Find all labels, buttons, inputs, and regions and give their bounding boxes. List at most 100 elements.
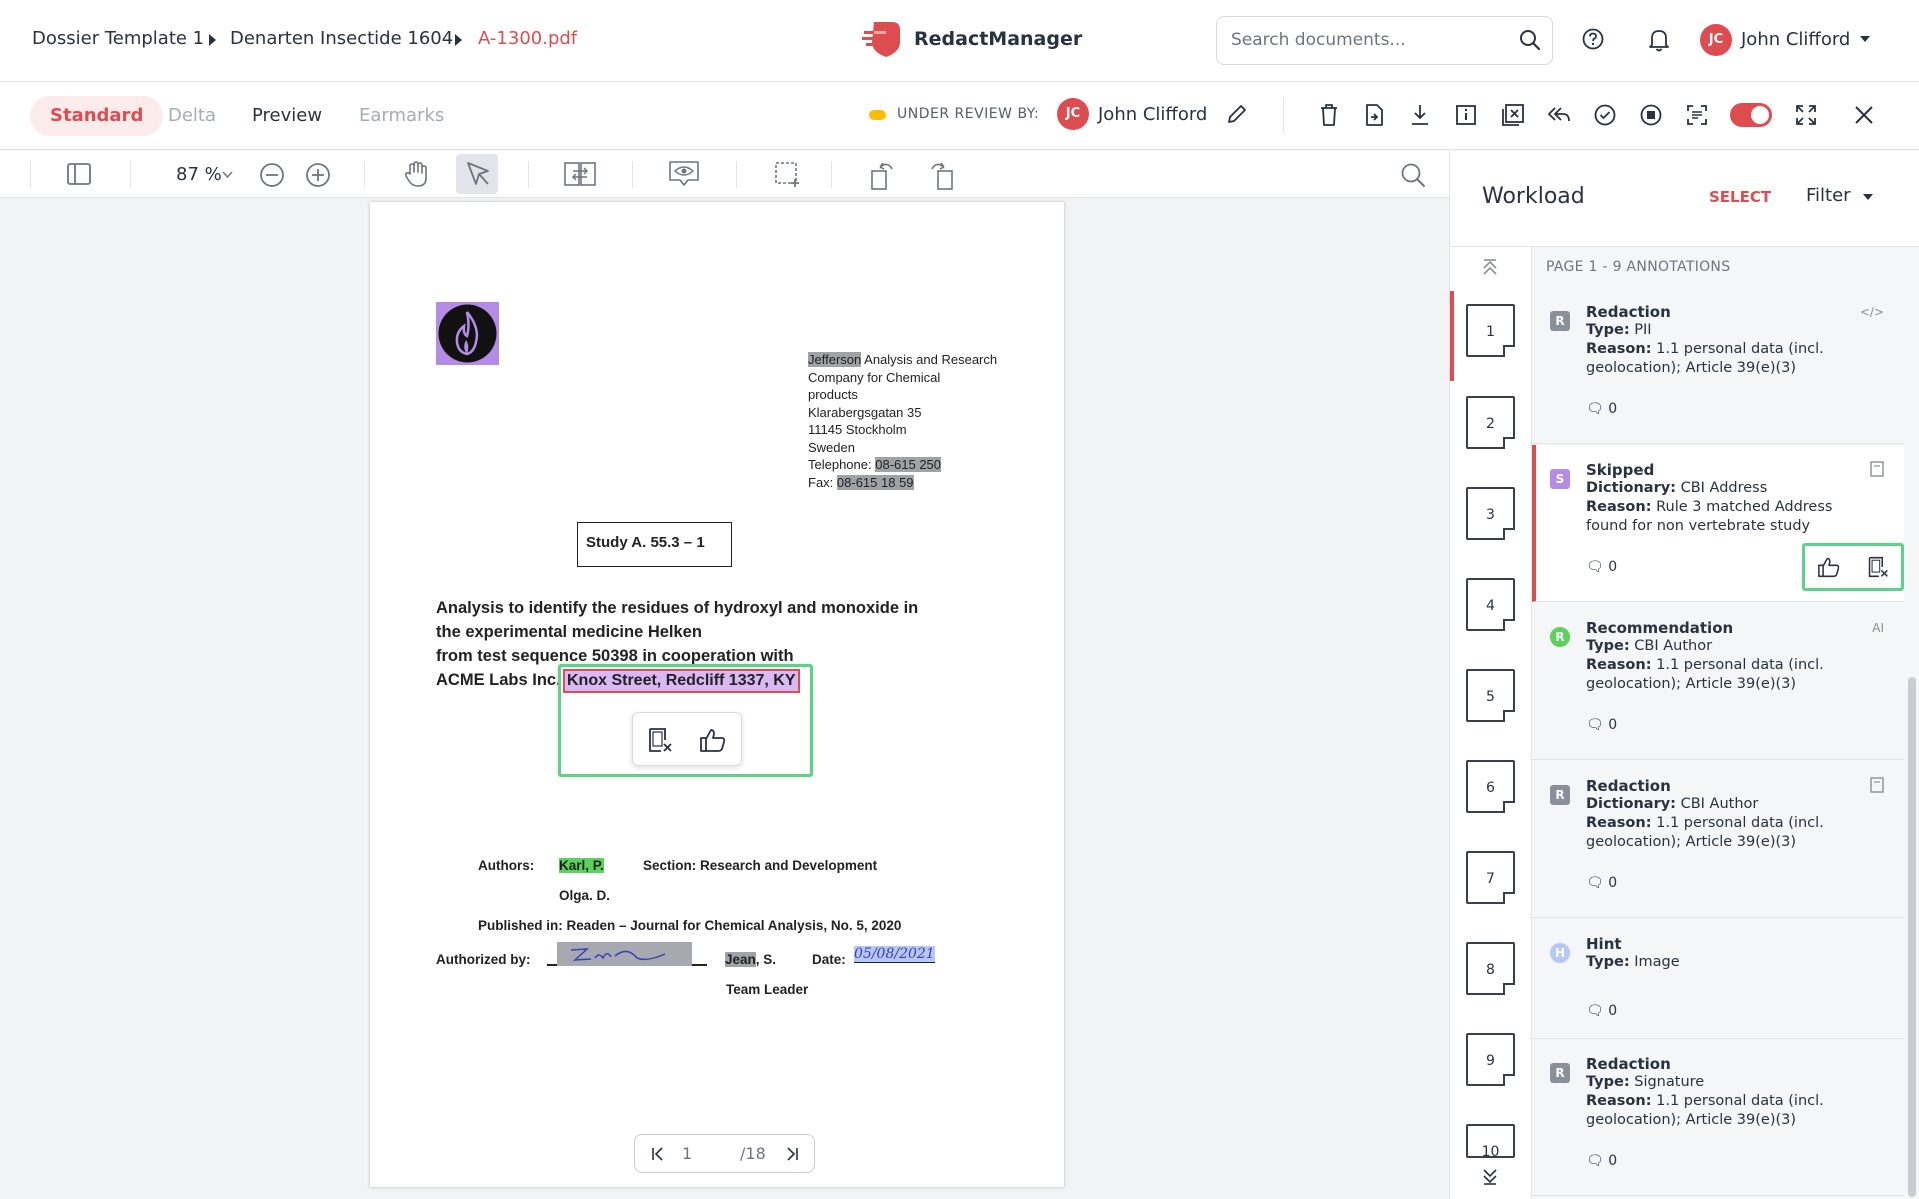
fax-redaction[interactable]: 08-615 18 59 bbox=[836, 474, 914, 490]
annotation-reason: Reason: Rule 3 matched Address found for… bbox=[1586, 499, 1833, 534]
signature-redaction[interactable] bbox=[557, 942, 692, 966]
annotation-title: Hint bbox=[1586, 935, 1622, 953]
page-thumb-10[interactable]: 10 bbox=[1466, 1124, 1515, 1160]
toolbar-divider bbox=[736, 161, 737, 188]
comment-count[interactable]: 🗨 0 bbox=[1586, 401, 1617, 417]
recommendation-badge: R bbox=[1550, 627, 1570, 647]
annotation-card[interactable]: R Redaction Dictionary: CBI Author Reaso… bbox=[1532, 761, 1904, 918]
annotation-card[interactable]: R Redaction Type: PII Reason: 1.1 person… bbox=[1532, 287, 1904, 444]
fullscreen-expand-icon[interactable] bbox=[1794, 103, 1822, 131]
ai-label: AI bbox=[1872, 621, 1884, 635]
study-box: Study A. 55.3 – 1 bbox=[577, 522, 732, 567]
annotation-reason: Reason: 1.1 personal data (incl. geoloca… bbox=[1586, 657, 1824, 692]
redaction-badge: R bbox=[1550, 1063, 1570, 1083]
download-icon[interactable] bbox=[1409, 103, 1437, 131]
sender-name-redaction[interactable]: Jefferson bbox=[808, 352, 862, 367]
annotation-list: PAGE 1 - 9 ANNOTATIONS R Redaction Type:… bbox=[1532, 247, 1919, 1199]
annotation-card[interactable]: H Hint Type: Image 🗨 0 bbox=[1532, 919, 1904, 1039]
zoom-in-icon[interactable] bbox=[305, 162, 331, 188]
filter-dropdown[interactable]: Filter bbox=[1806, 185, 1851, 206]
force-redaction-remove-icon[interactable] bbox=[647, 727, 673, 753]
toggle-sidebar-icon[interactable] bbox=[66, 161, 92, 187]
page-thumb-2[interactable]: 2 bbox=[1466, 396, 1515, 449]
document-search-icon[interactable] bbox=[1400, 162, 1426, 188]
comment-bubble-icon: 🗨 bbox=[1586, 401, 1604, 417]
compare-pages-icon[interactable] bbox=[563, 160, 597, 188]
scroll-to-bottom-icon[interactable] bbox=[1482, 1167, 1502, 1191]
undo-all-icon[interactable] bbox=[1547, 103, 1575, 131]
page-thumb-8[interactable]: 8 bbox=[1466, 942, 1515, 995]
zoom-out-icon[interactable] bbox=[259, 162, 285, 188]
filter-caret-icon[interactable] bbox=[1863, 194, 1873, 201]
dictionary-book-icon bbox=[1870, 777, 1884, 793]
import-file-icon[interactable] bbox=[1363, 103, 1391, 131]
page-thumb-9[interactable]: 9 bbox=[1466, 1033, 1515, 1086]
page-thumb-7[interactable]: 7 bbox=[1466, 851, 1515, 904]
page-thumb-5[interactable]: 5 bbox=[1466, 669, 1515, 722]
force-redaction-remove-icon[interactable] bbox=[1867, 556, 1889, 578]
page-thumb-3[interactable]: 3 bbox=[1466, 487, 1515, 540]
user-avatar[interactable]: JC bbox=[1700, 24, 1732, 56]
page-thumbnails: 1 2 3 4 5 6 7 8 9 10 bbox=[1450, 247, 1532, 1199]
annotation-card[interactable]: R Redaction Type: Signature Reason: 1.1 … bbox=[1532, 1039, 1904, 1196]
annotation-card-selected[interactable]: S Skipped Dictionary: CBI Address Reason… bbox=[1532, 445, 1904, 602]
comment-count[interactable]: 🗨 0 bbox=[1586, 717, 1617, 733]
zoom-dropdown-caret-icon[interactable] bbox=[222, 171, 233, 178]
zoom-level[interactable]: 87 % bbox=[176, 164, 222, 185]
user-menu-name[interactable]: John Clifford bbox=[1741, 29, 1850, 50]
rotate-left-icon[interactable] bbox=[868, 157, 896, 191]
comment-count[interactable]: 🗨 0 bbox=[1586, 559, 1617, 575]
authorized-by-label: Authorized by: bbox=[436, 952, 531, 967]
tab-preview[interactable]: Preview bbox=[232, 96, 342, 136]
toolbar-divider bbox=[364, 161, 365, 188]
pan-hand-icon[interactable] bbox=[402, 160, 430, 188]
reviewer-name: John Clifford bbox=[1098, 104, 1208, 125]
exclude-pages-icon[interactable] bbox=[1501, 103, 1529, 131]
notifications-bell-icon[interactable] bbox=[1648, 28, 1670, 52]
user-menu-caret-icon[interactable] bbox=[1860, 36, 1870, 43]
annotation-card[interactable]: R Recommendation Type: CBI Author Reason… bbox=[1532, 603, 1904, 760]
annotation-list-scrollbar[interactable] bbox=[1908, 677, 1916, 1197]
review-status-indicator bbox=[869, 110, 886, 120]
select-tool-button[interactable] bbox=[456, 154, 498, 194]
current-page-input[interactable]: 1 bbox=[682, 1144, 692, 1163]
annotation-visibility-eye-icon[interactable] bbox=[668, 160, 700, 188]
breadcrumb-dossier-template[interactable]: Dossier Template 1 bbox=[32, 28, 204, 49]
author-recommendation[interactable]: Karl, P. bbox=[559, 858, 604, 873]
delete-trash-icon[interactable] bbox=[1318, 103, 1346, 131]
document-info-icon[interactable] bbox=[1455, 103, 1483, 131]
page-thumb-6[interactable]: 6 bbox=[1466, 760, 1515, 813]
comment-count[interactable]: 🗨 0 bbox=[1586, 1153, 1617, 1169]
company-logo-image[interactable] bbox=[436, 302, 499, 365]
signer-redaction[interactable]: Jean bbox=[725, 952, 756, 967]
search-input[interactable] bbox=[1231, 30, 1501, 50]
comment-count[interactable]: 🗨 0 bbox=[1586, 875, 1617, 891]
skipped-address-annotation[interactable]: Knox Street, Redcliff 1337, KY bbox=[563, 669, 800, 693]
stop-circle-icon[interactable] bbox=[1639, 103, 1667, 131]
help-icon[interactable] bbox=[1582, 28, 1604, 50]
rectangle-redaction-icon[interactable] bbox=[773, 160, 803, 188]
accept-thumbs-up-icon[interactable] bbox=[1817, 556, 1841, 578]
close-document-icon[interactable] bbox=[1852, 103, 1880, 131]
workload-panel: Workload SELECT Filter 1 2 3 4 5 6 7 8 9… bbox=[1449, 151, 1919, 1199]
redaction-toggle[interactable] bbox=[1730, 103, 1772, 127]
rotate-right-icon[interactable] bbox=[928, 157, 956, 191]
scroll-to-top-icon[interactable] bbox=[1482, 259, 1498, 277]
comment-count[interactable]: 🗨 0 bbox=[1586, 1003, 1617, 1019]
page-thumb-1[interactable]: 1 bbox=[1466, 304, 1515, 357]
accept-thumbs-up-icon[interactable] bbox=[699, 727, 727, 753]
approve-check-circle-icon[interactable] bbox=[1593, 103, 1621, 131]
edit-reviewer-pencil-icon[interactable] bbox=[1225, 102, 1253, 130]
telephone-redaction[interactable]: 08-615 250 bbox=[875, 457, 942, 472]
tab-standard[interactable]: Standard bbox=[30, 96, 164, 136]
handwritten-date[interactable]: 05/08/2021 bbox=[854, 946, 935, 963]
first-page-icon[interactable] bbox=[651, 1146, 665, 1162]
last-page-icon[interactable] bbox=[785, 1146, 799, 1162]
page-thumb-4[interactable]: 4 bbox=[1466, 578, 1515, 631]
breadcrumb-dossier[interactable]: Denarten Insectide 1604 bbox=[230, 28, 453, 49]
search-icon[interactable] bbox=[1519, 29, 1541, 51]
search-box[interactable] bbox=[1216, 16, 1553, 65]
select-annotations-button[interactable]: SELECT bbox=[1709, 188, 1771, 206]
comment-bubble-icon: 🗨 bbox=[1586, 717, 1604, 733]
ocr-scan-icon[interactable] bbox=[1685, 103, 1713, 131]
